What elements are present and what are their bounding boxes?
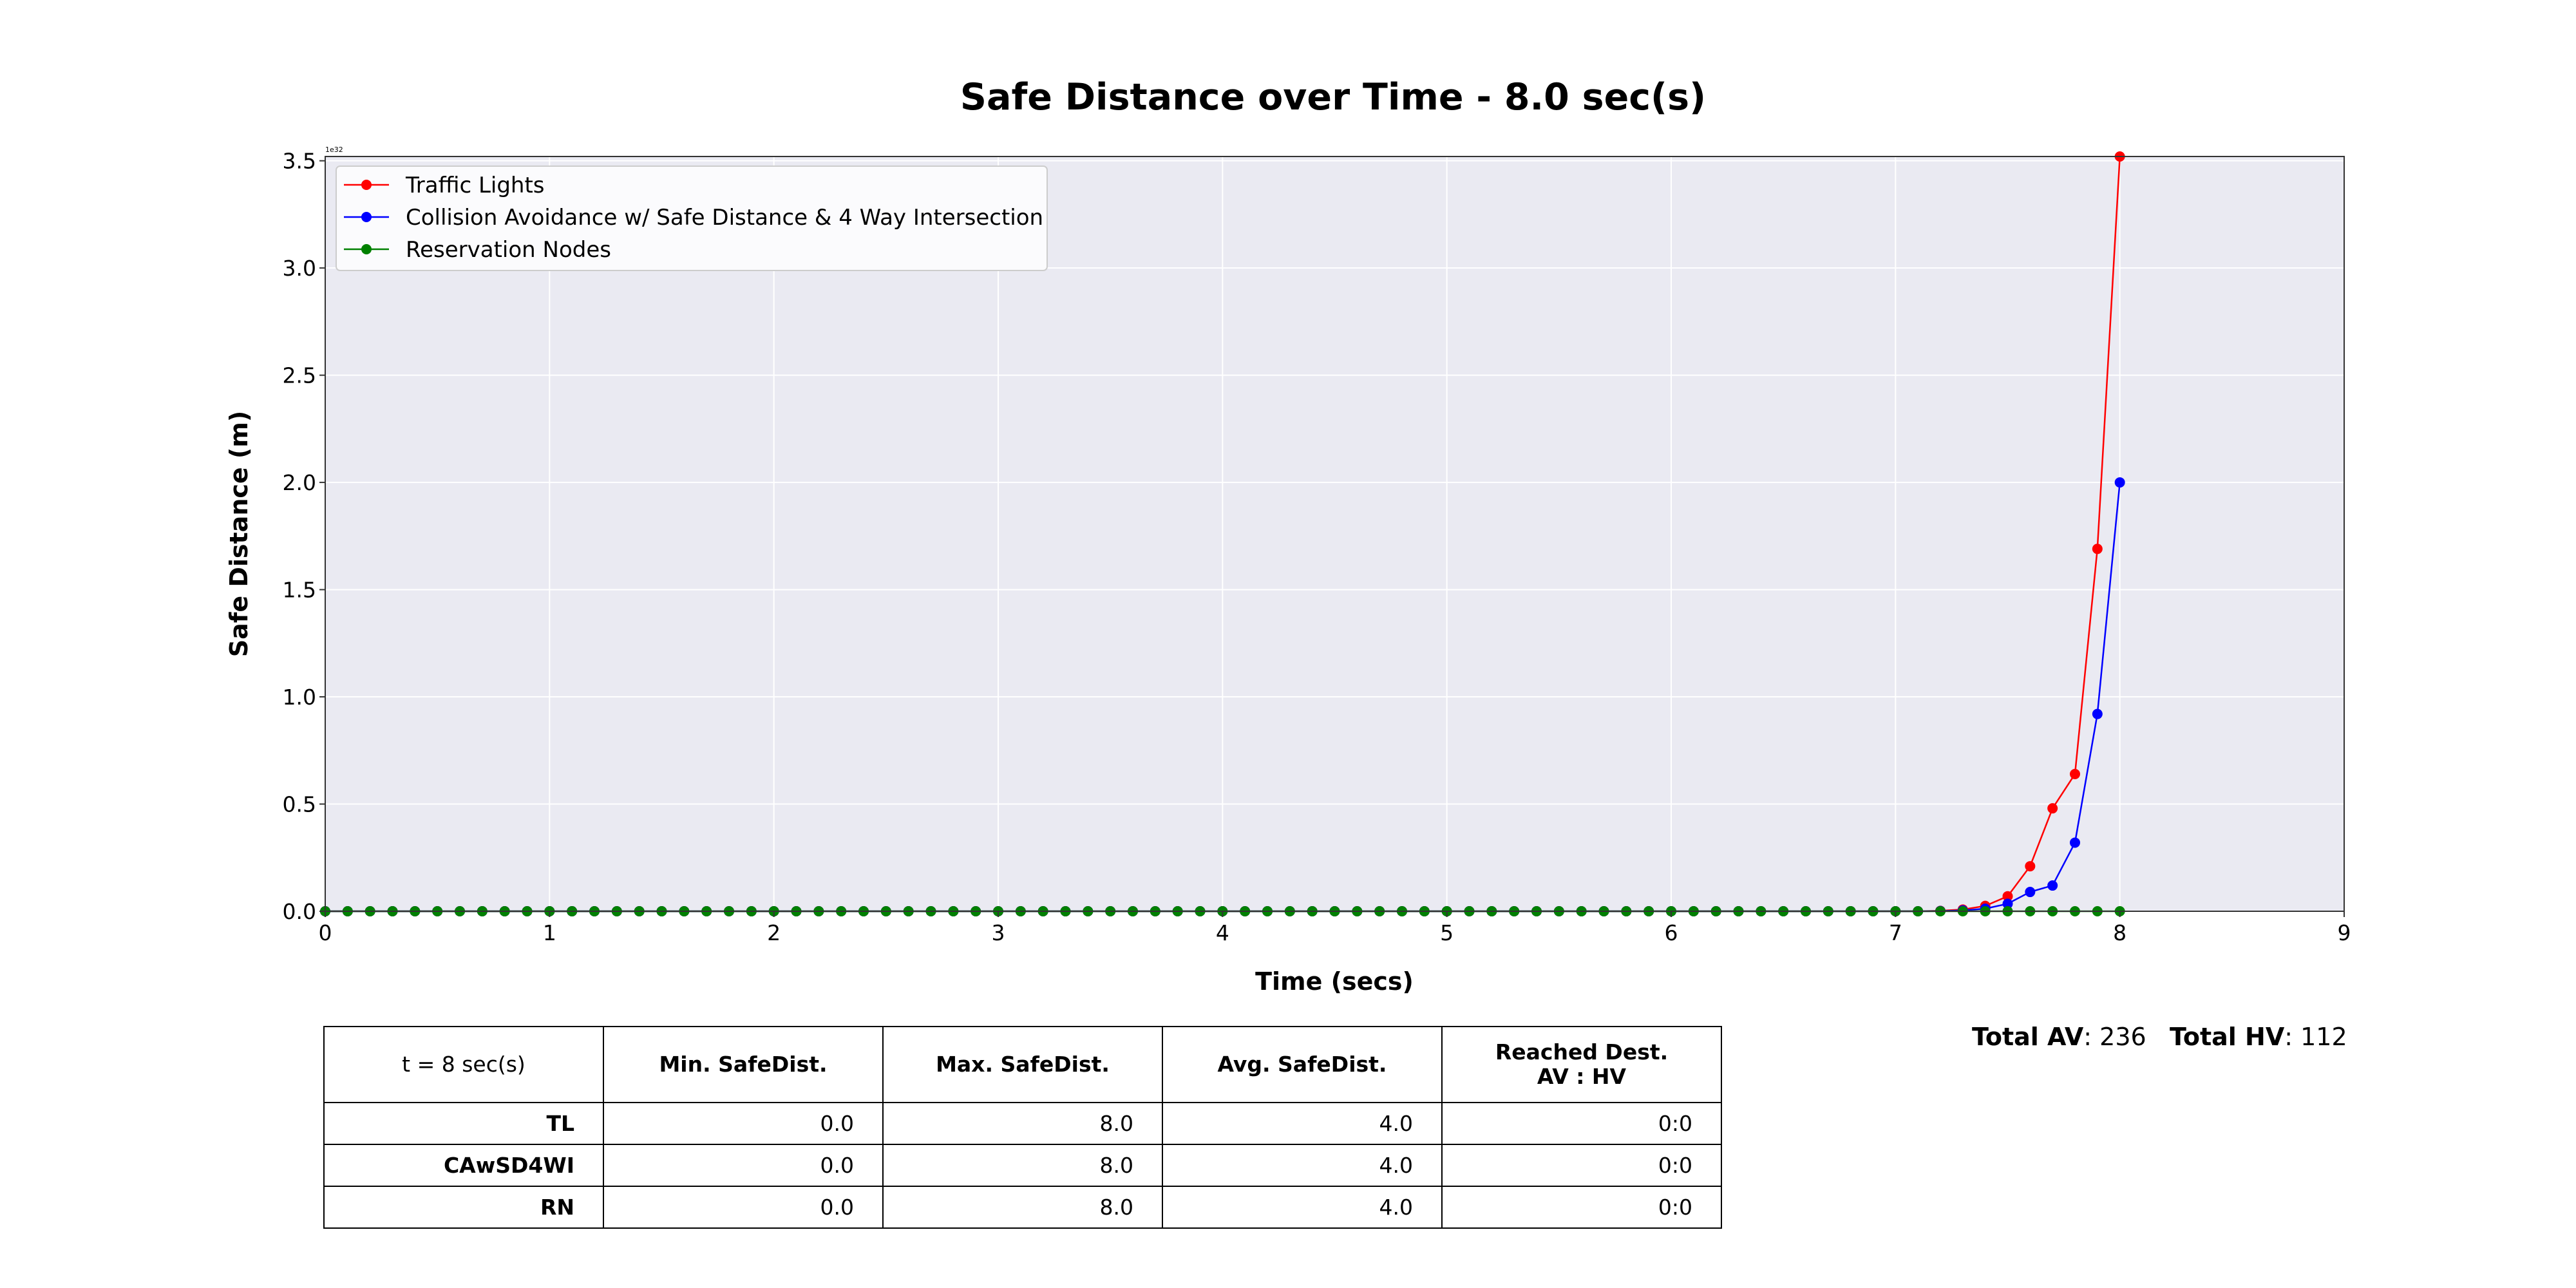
data-point-traffic-lights: [2070, 768, 2080, 779]
table-row: CAwSD4WI 0.0 8.0 4.0 0:0: [323, 1144, 1722, 1187]
legend-label-reservation-nodes: Reservation Nodes: [406, 237, 611, 263]
data-point-traffic-lights: [2047, 803, 2058, 814]
legend-marker-reservation-nodes: [361, 244, 372, 254]
y-tick-label: 3.5: [283, 149, 316, 174]
stats-table: t = 8 sec(s) Min. SafeDist. Max. SafeDis…: [323, 1026, 1722, 1229]
y-tick-label: 0.5: [283, 792, 316, 817]
data-point-collision-avoidance: [2114, 477, 2125, 488]
legend: Traffic Lights Collision Avoidance w/ Saf…: [336, 166, 1048, 271]
x-tick-label: 4: [1216, 920, 1229, 945]
x-tick-label: 3: [992, 920, 1005, 945]
y-tick-label: 2.5: [283, 363, 316, 388]
table-cell: 4.0: [1162, 1102, 1443, 1145]
total-av-label: Total AV: [1972, 1023, 2084, 1051]
x-tick-label: 2: [767, 920, 781, 945]
table-cell: 4.0: [1162, 1144, 1443, 1187]
data-point-collision-avoidance: [2070, 837, 2080, 848]
x-tick-label: 6: [1665, 920, 1678, 945]
table-cell: 0:0: [1441, 1144, 1722, 1187]
table-cell: 8.0: [882, 1186, 1163, 1229]
data-point-traffic-lights: [2092, 544, 2103, 554]
y-tick-label: 3.0: [283, 256, 316, 281]
row-label: CAwSD4WI: [323, 1144, 604, 1187]
total-hv-label: Total HV: [2169, 1023, 2285, 1051]
header-reached-dest: Reached Dest. AV : HV: [1441, 1026, 1722, 1103]
table-cell: 0.0: [603, 1144, 884, 1187]
table-row: RN 0.0 8.0 4.0 0:0: [323, 1186, 1722, 1229]
x-tick-label: 9: [2338, 920, 2351, 945]
legend-marker-traffic-lights: [361, 180, 372, 190]
total-hv-value: : 112: [2284, 1023, 2347, 1051]
y-scale-label: 1e32: [325, 146, 343, 154]
data-point-collision-avoidance: [2092, 708, 2103, 719]
y-tick-label: 1.5: [283, 578, 316, 603]
data-point-collision-avoidance: [2047, 880, 2058, 891]
legend-label-traffic-lights: Traffic Lights: [405, 173, 545, 198]
table-row: TL 0.0 8.0 4.0 0:0: [323, 1102, 1722, 1145]
legend-marker-collision-avoidance: [361, 212, 372, 222]
y-axis-label: Safe Distance (m): [225, 411, 253, 657]
data-point-collision-avoidance: [2025, 887, 2036, 898]
table-corner-cell: t = 8 sec(s): [323, 1026, 604, 1103]
y-tick-label: 2.0: [283, 470, 316, 495]
y-tick-label: 0.0: [283, 899, 316, 924]
table-cell: 4.0: [1162, 1186, 1443, 1229]
x-tick-label: 1: [543, 920, 556, 945]
table-cell: 8.0: [882, 1144, 1163, 1187]
x-tick-label: 0: [319, 920, 332, 945]
x-tick-label: 5: [1440, 920, 1454, 945]
y-tick-label: 1.0: [283, 685, 316, 710]
legend-label-collision-avoidance: Collision Avoidance w/ Safe Distance & 4…: [406, 205, 1043, 231]
table-cell: 0:0: [1441, 1102, 1722, 1145]
totals-summary: Total AV: 236 Total HV: 112: [1972, 1023, 2347, 1051]
row-label: TL: [323, 1102, 604, 1145]
table-cell: 8.0: [882, 1102, 1163, 1145]
total-av-value: : 236: [2083, 1023, 2146, 1051]
header-avg-safedist: Avg. SafeDist.: [1162, 1026, 1443, 1103]
header-max-safedist: Max. SafeDist.: [882, 1026, 1163, 1103]
table-header-row: t = 8 sec(s) Min. SafeDist. Max. SafeDis…: [323, 1026, 1722, 1103]
row-label: RN: [323, 1186, 604, 1229]
data-point-traffic-lights: [2025, 861, 2036, 872]
x-tick-label: 7: [1889, 920, 1902, 945]
table-cell: 0.0: [603, 1186, 884, 1229]
chart-title: Safe Distance over Time - 8.0 sec(s): [960, 76, 1706, 118]
x-tick-label: 8: [2113, 920, 2126, 945]
header-min-safedist: Min. SafeDist.: [603, 1026, 884, 1103]
x-axis-label: Time (secs): [1255, 967, 1414, 996]
y-axis-ticks: 0.0 0.5 1.0 1.5 2.0 2.5 3.0 3.5: [283, 149, 325, 924]
table-cell: 0:0: [1441, 1186, 1722, 1229]
table-cell: 0.0: [603, 1102, 884, 1145]
